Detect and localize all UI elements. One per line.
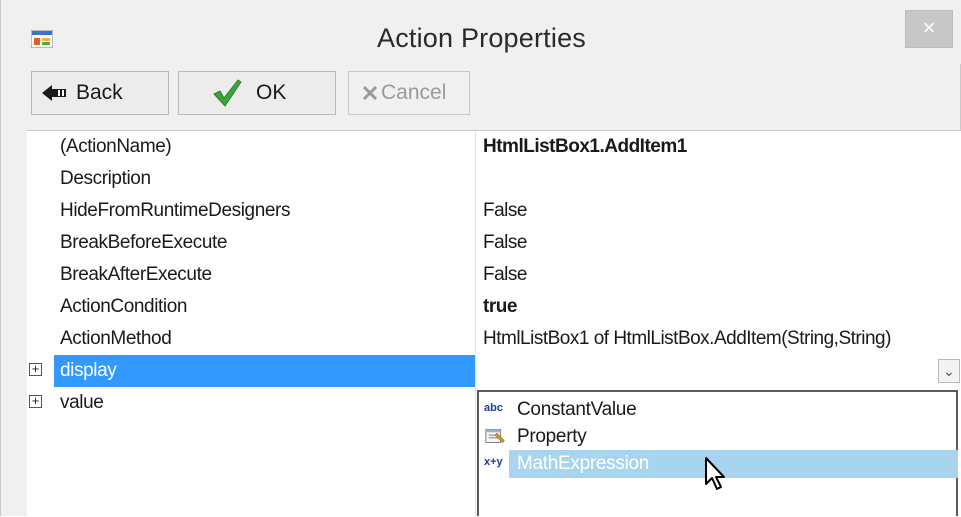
- title-bar: Action Properties ×: [1, 0, 961, 64]
- property-name: HideFromRuntimeDesigners: [60, 200, 291, 221]
- x-icon: [362, 85, 378, 101]
- property-row-display[interactable]: + display ⌄: [27, 355, 961, 387]
- property-row-action-method[interactable]: ActionMethod HtmlListBox1 of HtmlListBox…: [27, 323, 961, 355]
- option-label: ConstantValue: [517, 399, 637, 420]
- dropdown-option-constant-value[interactable]: abc ConstantValue: [479, 396, 956, 424]
- property-value[interactable]: true: [483, 296, 958, 318]
- back-arrow-icon: [42, 85, 66, 101]
- close-icon: ×: [922, 15, 936, 40]
- expand-icon[interactable]: +: [29, 362, 42, 376]
- ok-button[interactable]: OK: [178, 71, 336, 115]
- close-button[interactable]: ×: [905, 10, 953, 48]
- toolbar: Back OK Cancel: [27, 71, 961, 119]
- checkmark-icon: [213, 79, 242, 107]
- property-row-action-condition[interactable]: ActionCondition true: [27, 291, 961, 323]
- property-row-action-name[interactable]: (ActionName) HtmlListBox1.AddItem1: [27, 131, 961, 163]
- property-icon: [485, 429, 505, 443]
- cancel-label: Cancel: [381, 81, 447, 104]
- property-value[interactable]: HtmlListBox1.AddItem1: [483, 136, 958, 158]
- property-name: ActionMethod: [60, 328, 172, 349]
- property-name: display: [60, 360, 117, 381]
- window-title: Action Properties: [377, 23, 586, 53]
- action-properties-window: Action Properties × Back OK Cancel (Acti…: [0, 0, 961, 517]
- expand-icon[interactable]: +: [29, 394, 42, 408]
- property-name: Description: [60, 168, 151, 189]
- property-name: ActionCondition: [60, 296, 188, 317]
- property-value[interactable]: False: [483, 200, 958, 222]
- property-row-hide-from-runtime-designers[interactable]: HideFromRuntimeDesigners False: [27, 195, 961, 227]
- property-value[interactable]: False: [483, 232, 958, 254]
- property-value[interactable]: False: [483, 264, 958, 286]
- cancel-button[interactable]: Cancel: [348, 71, 470, 115]
- option-label: Property: [517, 426, 587, 447]
- dropdown-option-property[interactable]: Property: [479, 423, 956, 451]
- mouse-cursor-icon: [705, 457, 725, 490]
- property-name: value: [60, 392, 104, 413]
- option-label: MathExpression: [517, 453, 650, 474]
- property-row-description[interactable]: Description: [27, 163, 961, 195]
- value-source-dropdown: abc ConstantValue Property x+y MathExpre…: [477, 390, 958, 516]
- ok-label: OK: [256, 81, 287, 104]
- property-name: BreakAfterExecute: [60, 264, 212, 285]
- property-value[interactable]: HtmlListBox1 of HtmlListBox.AddItem(Stri…: [483, 328, 958, 350]
- property-row-break-after-execute[interactable]: BreakAfterExecute False: [27, 259, 961, 291]
- property-name: BreakBeforeExecute: [60, 232, 228, 253]
- property-name: (ActionName): [60, 136, 172, 157]
- back-label: Back: [76, 81, 123, 104]
- abc-icon: abc: [484, 402, 503, 414]
- property-row-break-before-execute[interactable]: BreakBeforeExecute False: [27, 227, 961, 259]
- back-button[interactable]: Back: [31, 71, 169, 115]
- math-expression-icon: x+y: [484, 456, 503, 468]
- chevron-down-icon: ⌄: [943, 363, 955, 379]
- dropdown-toggle-button[interactable]: ⌄: [938, 359, 960, 383]
